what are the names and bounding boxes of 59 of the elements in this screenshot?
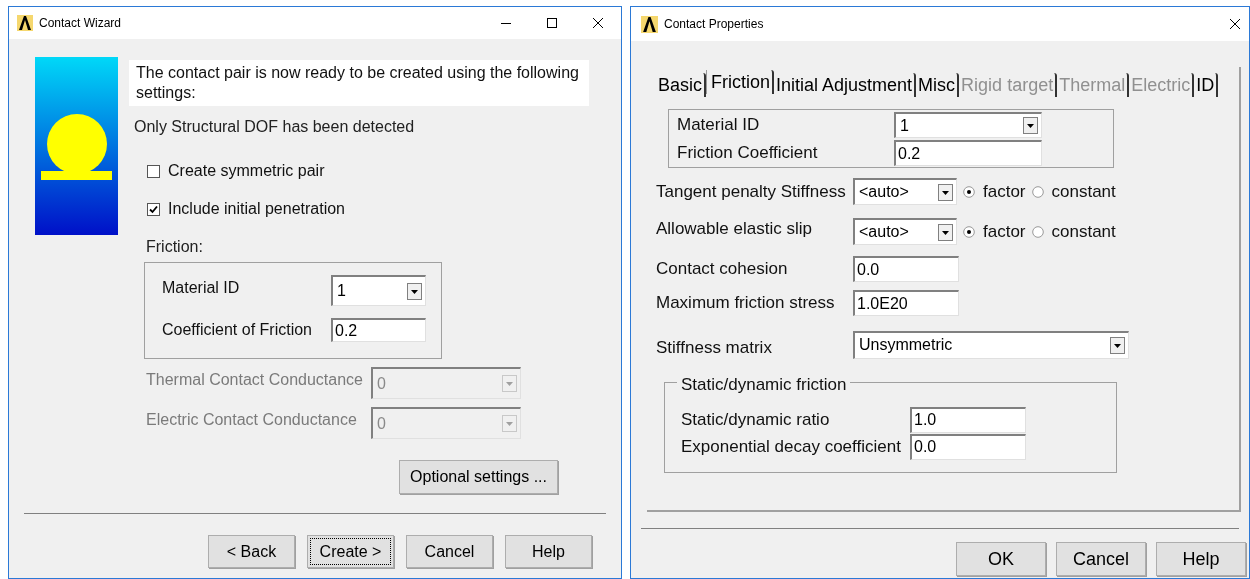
dropdown-field[interactable]: 1: [331, 275, 426, 306]
button[interactable]: Create >: [307, 535, 394, 568]
button[interactable]: Help: [505, 535, 592, 568]
tab[interactable]: ID: [1194, 73, 1219, 97]
checkbox[interactable]: [147, 164, 160, 178]
button[interactable]: Cancel: [406, 535, 493, 568]
field-label: Allowable elastic slip: [656, 218, 813, 241]
button[interactable]: < Back: [208, 535, 295, 568]
input-field[interactable]: 1.0E20: [853, 290, 959, 316]
field-label: Material ID: [162, 277, 241, 298]
radio-label: factor: [983, 180, 1026, 203]
field-label: Exponential decay coefficient: [681, 435, 902, 458]
maximize-icon[interactable]: [546, 17, 558, 29]
field-label: Stiffness matrix: [656, 337, 773, 359]
radio-button[interactable]: [1031, 185, 1044, 198]
section-label: Friction:: [146, 237, 203, 257]
field-label: Static/dynamic ratio: [681, 408, 831, 431]
radio-label: factor: [983, 220, 1026, 243]
dropdown-field[interactable]: <auto>: [853, 178, 957, 205]
radio-label: constant: [1051, 220, 1116, 243]
tab[interactable]: Friction: [706, 70, 775, 94]
checkbox[interactable]: [147, 202, 160, 216]
message-text: The contact pair is now ready to be created using the following settings:: [129, 60, 589, 106]
radio-button[interactable]: [963, 185, 975, 198]
checkbox-label: Include initial penetration: [168, 199, 345, 219]
dropdown-field[interactable]: 1: [894, 112, 1042, 138]
field-label: Thermal Contact Conductance: [146, 370, 364, 390]
field-label: Tangent penalty Stiffness: [656, 180, 847, 203]
button[interactable]: Cancel: [1056, 542, 1146, 576]
window-title: Contact Wizard: [39, 15, 122, 32]
close-icon[interactable]: [592, 17, 604, 29]
tab[interactable]: Misc: [916, 73, 960, 97]
input-field[interactable]: 1.0: [910, 406, 1026, 433]
input-field[interactable]: 0.2: [331, 318, 426, 342]
input-field[interactable]: 0.2: [894, 140, 1042, 166]
field-label: Contact cohesion: [656, 258, 789, 281]
field-label: Maximum friction stress: [656, 292, 836, 315]
dropdown-field[interactable]: Unsymmetric: [853, 330, 1129, 359]
input-field[interactable]: 0.0: [910, 433, 1026, 460]
input-field[interactable]: 0.0: [853, 256, 959, 282]
optional-settings-button[interactable]: Optional settings ...: [399, 460, 558, 494]
tab[interactable]: Initial Adjustment: [774, 73, 917, 97]
field-label: Coefficient of Friction: [162, 320, 313, 340]
radio-button[interactable]: [963, 225, 975, 238]
radio-button[interactable]: [1031, 225, 1044, 238]
dropdown-field[interactable]: <auto>: [853, 218, 957, 245]
app-logo-icon: [17, 15, 33, 31]
radio-label: constant: [1051, 180, 1116, 203]
window-title: Contact Properties: [664, 16, 764, 33]
close-icon[interactable]: [1229, 18, 1241, 30]
tab[interactable]: Basic: [656, 73, 706, 97]
field-label: Friction Coefficient: [677, 142, 819, 165]
field-label: Material ID: [677, 114, 761, 137]
app-logo-icon: [641, 15, 658, 33]
status-text: Only Structural DOF has been detected: [134, 117, 415, 137]
button[interactable]: OK: [956, 542, 1046, 576]
checkbox-label: Create symmetric pair: [168, 161, 325, 181]
button[interactable]: Help: [1156, 542, 1246, 576]
field-label: Electric Contact Conductance: [146, 410, 358, 430]
